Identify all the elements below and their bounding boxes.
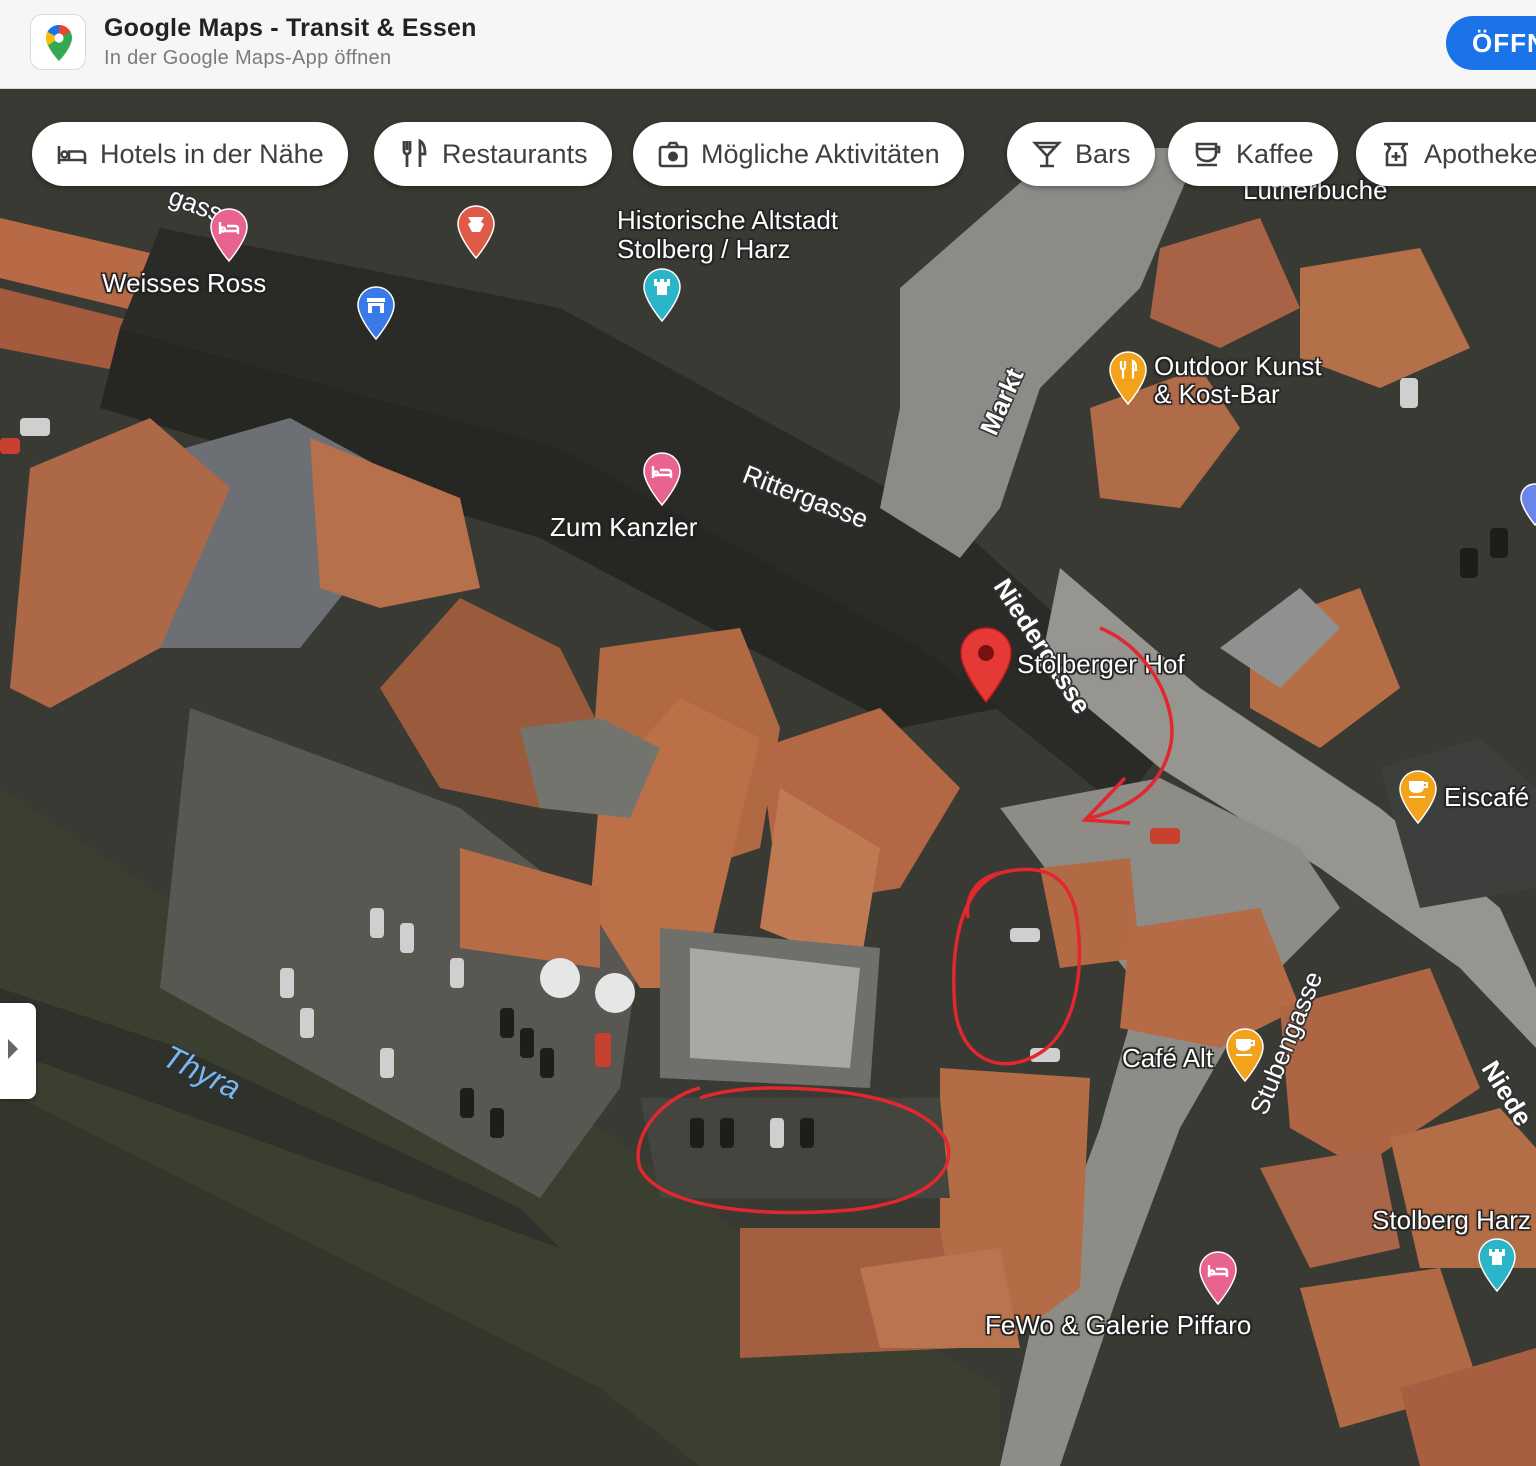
- pharmacy-icon: [1380, 138, 1412, 170]
- hotel-pin-icon[interactable]: [1199, 1251, 1237, 1305]
- hotel-pin-icon[interactable]: [210, 208, 248, 262]
- side-panel-toggle[interactable]: [0, 1003, 36, 1099]
- banner-title: Google Maps - Transit & Essen: [104, 14, 477, 42]
- restaurant-pin-icon[interactable]: [1109, 351, 1147, 405]
- chip-activities[interactable]: Mögliche Aktivitäten: [633, 122, 964, 186]
- app-banner: Google Maps - Transit & Essen In der Goo…: [0, 0, 1536, 89]
- attraction-pin-icon[interactable]: [643, 268, 681, 322]
- place-label-zum-kanzler[interactable]: Zum Kanzler: [550, 513, 697, 542]
- map-pin-icon[interactable]: [1520, 483, 1536, 527]
- hotel-pin-icon[interactable]: [643, 452, 681, 506]
- chip-label: Kaffee: [1236, 138, 1314, 169]
- place-label-historische-altstadt-line2[interactable]: Stolberg / Harz: [617, 235, 790, 264]
- chip-coffee[interactable]: Kaffee: [1168, 122, 1338, 186]
- place-label-weisses-ross[interactable]: Weisses Ross: [102, 269, 266, 298]
- map-view[interactable]: Hotels in der Nähe Restaurants Mögliche …: [0, 88, 1536, 1466]
- place-label-outdoor-kunst-line2[interactable]: & Kost-Bar: [1154, 380, 1280, 409]
- banner-subtitle[interactable]: In der Google Maps-App öffnen: [104, 47, 391, 70]
- bed-icon: [56, 138, 88, 170]
- chip-label: Mögliche Aktivitäten: [701, 138, 940, 169]
- google-maps-app-icon: [30, 14, 86, 70]
- camera-icon: [657, 138, 689, 170]
- chip-label: Bars: [1075, 138, 1131, 169]
- place-label-stolberger-hof[interactable]: Stolberger Hof: [1017, 650, 1185, 679]
- open-app-button[interactable]: ÖFFNEN: [1446, 16, 1536, 70]
- place-label-outdoor-kunst[interactable]: Outdoor Kunst: [1154, 352, 1322, 381]
- coffee-cup-icon: [1192, 138, 1224, 170]
- store-pin-icon[interactable]: [357, 286, 395, 340]
- place-label-eiscafe[interactable]: Eiscafé: [1444, 783, 1529, 812]
- cocktail-icon: [1031, 138, 1063, 170]
- pharmacy-pin-icon[interactable]: [457, 205, 495, 259]
- chip-bars[interactable]: Bars: [1007, 122, 1155, 186]
- place-label-fewo-galerie-piffaro[interactable]: FeWo & Galerie Piffaro: [985, 1311, 1251, 1340]
- chip-label: Restaurants: [442, 138, 588, 169]
- attraction-pin-icon[interactable]: [1478, 1238, 1516, 1292]
- fork-knife-icon: [398, 138, 430, 170]
- place-label-historische-altstadt[interactable]: Historische Altstadt: [617, 206, 838, 235]
- chevron-right-icon: [8, 1039, 18, 1059]
- chip-hotels[interactable]: Hotels in der Nähe: [32, 122, 348, 186]
- place-label-stolberg-harz[interactable]: Stolberg Harz: [1372, 1206, 1531, 1235]
- cafe-pin-icon[interactable]: [1226, 1028, 1264, 1082]
- cafe-pin-icon[interactable]: [1399, 770, 1437, 824]
- chip-label: Hotels in der Nähe: [100, 138, 324, 169]
- chip-label: Apotheken: [1424, 138, 1536, 169]
- place-label-cafe-alt[interactable]: Café Alt: [1122, 1044, 1213, 1073]
- selected-location-pin-icon[interactable]: [958, 626, 1014, 704]
- chip-restaurants[interactable]: Restaurants: [374, 122, 612, 186]
- chip-pharmacies[interactable]: Apotheken: [1356, 122, 1536, 186]
